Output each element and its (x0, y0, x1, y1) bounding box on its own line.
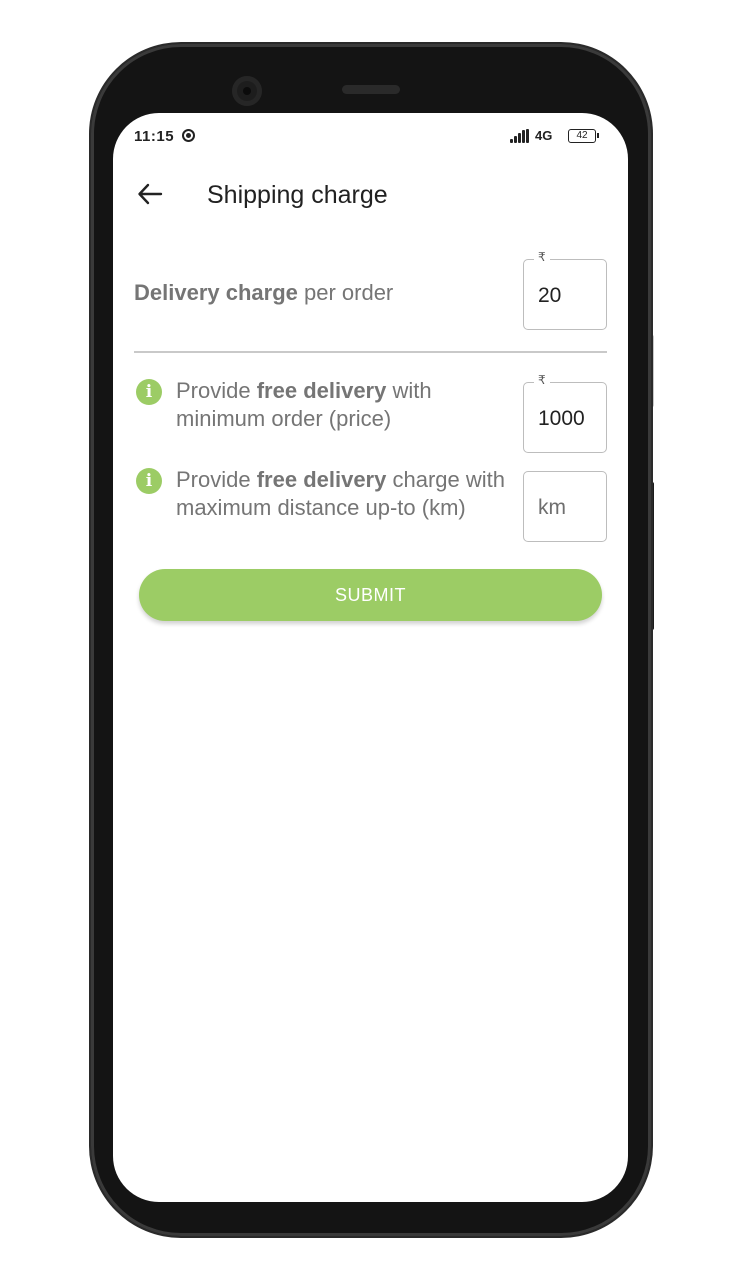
earpiece-speaker (342, 85, 400, 94)
delivery-charge-label: Delivery charge per order (134, 279, 393, 307)
status-bar: 11:15 4G 42 (113, 113, 628, 159)
network-type: 4G (535, 128, 553, 143)
currency-label: ₹ (534, 373, 550, 387)
stage: 11:15 4G 42 Shipping charge Delivery cha… (0, 0, 746, 1280)
delivery-charge-value: 20 (538, 284, 562, 307)
max-distance-input[interactable]: km (523, 471, 607, 542)
submit-button[interactable]: SUBMIT (139, 569, 602, 621)
app-bar: Shipping charge (113, 159, 628, 231)
min-order-price-input[interactable]: ₹ 1000 (523, 373, 607, 453)
divider (134, 351, 607, 353)
label-prefix: Provide (176, 467, 257, 492)
delivery-charge-label-bold: Delivery charge (134, 280, 298, 305)
battery-icon: 42 (568, 129, 599, 143)
screen: 11:15 4G 42 Shipping charge Delivery cha… (113, 113, 628, 1202)
free-delivery-distance-label: Provide free delivery charge with maximu… (176, 466, 506, 522)
delivery-charge-label-rest: per order (297, 280, 394, 305)
signal-icon (510, 129, 530, 143)
min-order-price-value: 1000 (538, 407, 585, 430)
label-bold: free delivery (256, 378, 387, 403)
page-title: Shipping charge (207, 181, 388, 209)
info-icon: i (136, 468, 162, 494)
arrow-left-icon[interactable] (135, 179, 165, 209)
screen-record-icon (182, 129, 195, 142)
front-camera (232, 76, 262, 106)
label-bold: free delivery (256, 467, 387, 492)
free-delivery-min-order-label: Provide free delivery with minimum order… (176, 377, 496, 433)
max-distance-placeholder: km (538, 496, 566, 519)
label-prefix: Provide (176, 378, 257, 403)
currency-label: ₹ (534, 250, 550, 264)
free-delivery-distance-row: i Provide free delivery charge with maxi… (113, 467, 628, 561)
delivery-charge-row: Delivery charge per order ₹ 20 (113, 250, 628, 331)
info-icon: i (136, 379, 162, 405)
status-time: 11:15 (134, 128, 175, 145)
delivery-charge-input[interactable]: ₹ 20 (523, 250, 607, 330)
free-delivery-min-order-row: i Provide free delivery with minimum ord… (113, 373, 628, 454)
